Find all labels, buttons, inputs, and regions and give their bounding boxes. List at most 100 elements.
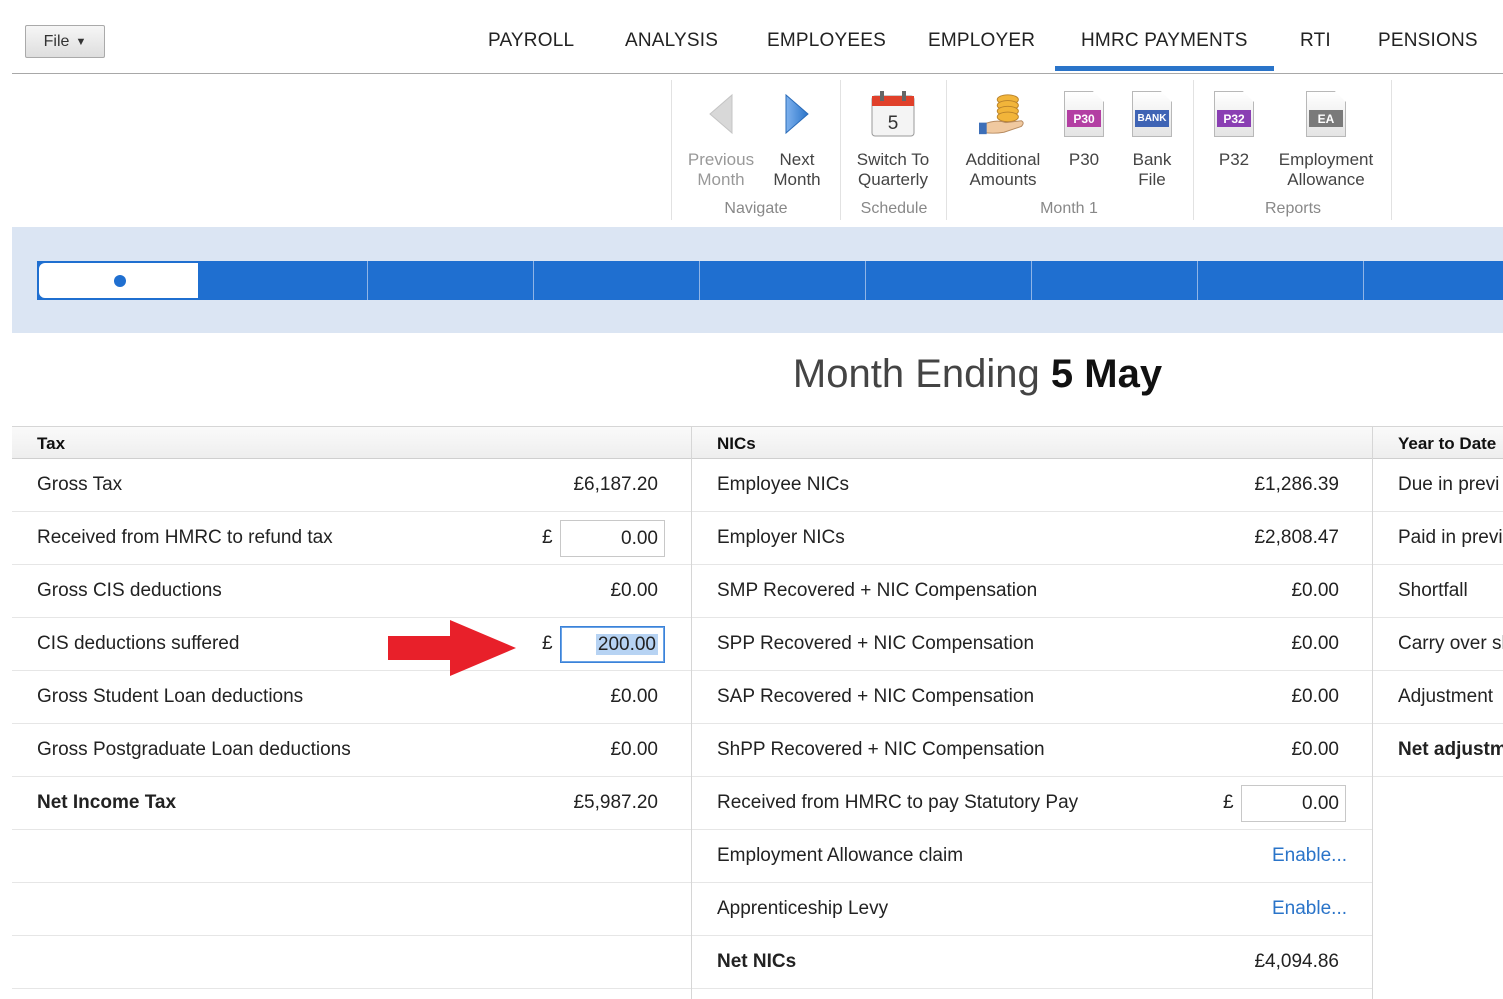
period-divider <box>533 261 534 300</box>
tab-hmrc-payments[interactable]: HMRC PAYMENTS <box>1081 30 1248 52</box>
nics-row-shpp: ShPP Recovered + NIC Compensation £0.00 <box>692 724 1372 777</box>
next-month-button[interactable]: Next Month <box>766 88 828 190</box>
calendar-day: 5 <box>888 113 899 134</box>
row-value: £1,286.39 <box>1254 474 1339 495</box>
ytd-row: Adjustment <box>1373 671 1503 724</box>
ribbon-separator <box>840 80 841 220</box>
ytd-row: Due in previ <box>1373 459 1503 512</box>
bank-file-button[interactable]: BANK Bank File <box>1124 88 1180 190</box>
period-divider <box>699 261 700 300</box>
employment-allowance-label-1: Employment <box>1278 150 1374 169</box>
title-date: 5 May <box>1050 352 1163 396</box>
p30-document-icon: P30 <box>1060 88 1108 140</box>
previous-month-label-1: Previous <box>687 150 755 169</box>
tab-pensions[interactable]: PENSIONS <box>1378 30 1478 52</box>
nics-column-header: NICs <box>692 426 1372 459</box>
ribbon-toolbar: Previous Month Next Month 5 Switch To Qu… <box>0 74 1503 226</box>
nics-row-statutory-pay: Received from HMRC to pay Statutory Pay … <box>692 777 1372 830</box>
row-label: Shortfall <box>1398 580 1468 601</box>
top-navigation: PAYROLL ANALYSIS EMPLOYEES EMPLOYER HMRC… <box>0 0 1503 74</box>
ribbon-separator <box>1193 80 1194 220</box>
enable-apprenticeship-levy-link[interactable]: Enable... <box>1272 898 1347 920</box>
switch-quarterly-label-1: Switch To <box>856 150 930 169</box>
row-label: Gross Tax <box>37 474 123 495</box>
period-divider <box>865 261 866 300</box>
row-label: SPP Recovered + NIC Compensation <box>717 633 1035 654</box>
row-label: Employer NICs <box>717 527 845 548</box>
title-prefix: Month Ending <box>792 352 1040 396</box>
ribbon-separator <box>1391 80 1392 220</box>
current-period-segment[interactable] <box>37 261 200 300</box>
p32-label: P32 <box>1218 150 1250 169</box>
tax-row-empty <box>12 883 691 936</box>
active-tab-indicator <box>1055 66 1274 71</box>
row-label: Received from HMRC to pay Statutory Pay <box>717 792 1079 813</box>
statutory-pay-input[interactable]: 0.00 <box>1241 785 1346 822</box>
tab-rti[interactable]: RTI <box>1300 30 1331 52</box>
nics-row-sap: SAP Recovered + NIC Compensation £0.00 <box>692 671 1372 724</box>
row-value: £0.00 <box>1291 633 1339 654</box>
cis-deductions-suffered-input[interactable]: 200.00 <box>560 626 665 663</box>
employment-allowance-label-2: Allowance <box>1287 170 1365 189</box>
row-label: CIS deductions suffered <box>37 633 240 654</box>
next-month-label-2: Month <box>773 170 821 189</box>
row-label: ShPP Recovered + NIC Compensation <box>717 739 1045 760</box>
p30-icon-tag: P30 <box>1067 110 1101 127</box>
p30-button[interactable]: P30 P30 <box>1060 88 1108 170</box>
period-divider <box>1197 261 1198 300</box>
row-value: £2,808.47 <box>1254 527 1339 548</box>
bank-document-icon: BANK <box>1128 88 1176 140</box>
additional-amounts-label-1: Additional <box>965 150 1041 169</box>
red-arrow-icon <box>388 620 518 681</box>
input-value: 200.00 <box>595 634 658 655</box>
additional-amounts-button[interactable]: Additional Amounts <box>958 88 1048 190</box>
row-value: £0.00 <box>1291 739 1339 760</box>
ytd-row: Paid in previ <box>1373 512 1503 565</box>
row-label: Gross Student Loan deductions <box>37 686 304 707</box>
p32-button[interactable]: P32 P32 <box>1210 88 1258 170</box>
row-label: SAP Recovered + NIC Compensation <box>717 686 1035 707</box>
refund-tax-input[interactable]: 0.00 <box>560 520 665 557</box>
bank-file-label-1: Bank <box>1132 150 1172 169</box>
arrow-left-icon <box>697 88 745 140</box>
previous-month-label-2: Month <box>697 170 745 189</box>
ea-icon-tag: EA <box>1309 110 1343 127</box>
group-label-schedule: Schedule <box>860 200 928 217</box>
period-timeline[interactable] <box>37 261 1503 300</box>
row-value: £0.00 <box>610 686 658 707</box>
tab-employer[interactable]: EMPLOYER <box>928 30 1035 52</box>
row-label: Employment Allowance claim <box>717 845 964 866</box>
p30-label: P30 <box>1068 150 1100 169</box>
tax-row-postgrad-loan: Gross Postgraduate Loan deductions £0.00 <box>12 724 691 777</box>
period-divider <box>1031 261 1032 300</box>
switch-to-quarterly-button[interactable]: 5 Switch To Quarterly <box>852 88 934 190</box>
employment-allowance-button[interactable]: EA Employment Allowance <box>1272 88 1380 190</box>
bank-file-label-2: File <box>1138 170 1166 189</box>
p32-document-icon: P32 <box>1210 88 1258 140</box>
currency-symbol: £ <box>542 633 553 654</box>
row-label: Paid in previ <box>1398 527 1503 548</box>
tab-payroll[interactable]: PAYROLL <box>488 30 574 52</box>
ea-document-icon: EA <box>1302 88 1350 140</box>
ytd-column-header: Year to Date <box>1373 426 1503 459</box>
previous-month-button[interactable]: Previous Month <box>684 88 758 190</box>
row-label: Employee NICs <box>717 474 849 495</box>
tab-analysis[interactable]: ANALYSIS <box>625 30 718 52</box>
row-label: Due in previ <box>1398 474 1500 495</box>
row-label: Net NICs <box>717 951 797 972</box>
group-label-reports: Reports <box>1264 200 1322 217</box>
tax-row-empty <box>12 936 691 989</box>
row-label: Net Income Tax <box>37 792 177 813</box>
tab-employees[interactable]: EMPLOYEES <box>767 30 886 52</box>
ytd-row: Carry over sh <box>1373 618 1503 671</box>
switch-quarterly-label-2: Quarterly <box>858 170 928 189</box>
enable-employment-allowance-link[interactable]: Enable... <box>1272 845 1347 867</box>
row-label: SMP Recovered + NIC Compensation <box>717 580 1038 601</box>
currency-symbol: £ <box>1223 792 1234 813</box>
group-label-navigate: Navigate <box>724 200 788 217</box>
nics-row-spp: SPP Recovered + NIC Compensation £0.00 <box>692 618 1372 671</box>
currency-symbol: £ <box>542 527 553 548</box>
row-value: £6,187.20 <box>573 474 658 495</box>
period-divider <box>1363 261 1364 300</box>
calendar-icon: 5 <box>869 88 917 140</box>
